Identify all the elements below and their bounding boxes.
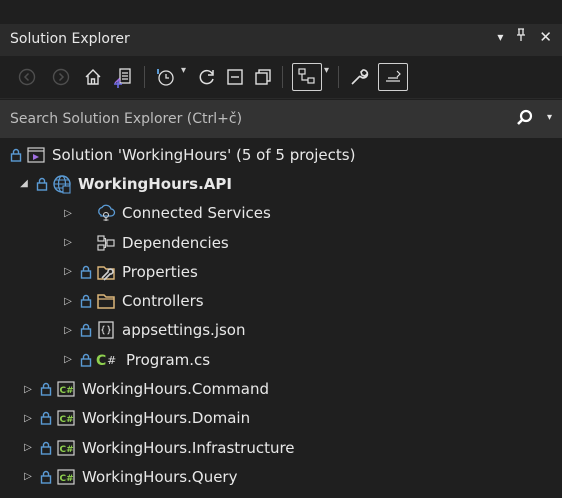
tree-item-project-query[interactable]: ▷ C# WorkingHours.Query xyxy=(0,462,562,491)
lock-icon xyxy=(40,382,52,396)
properties-label: Properties xyxy=(122,262,198,281)
lock-icon xyxy=(40,470,52,484)
properties-folder-icon xyxy=(96,262,116,282)
sync-dropdown-icon[interactable]: ▾ xyxy=(324,65,329,76)
home-icon[interactable] xyxy=(80,63,106,91)
collapsed-arrow-icon[interactable]: ▷ xyxy=(62,354,74,365)
toolbar-separator xyxy=(282,66,283,88)
pending-changes-filter-icon[interactable] xyxy=(152,63,178,91)
tree-item-project-api[interactable]: ◢ WorkingHours.API xyxy=(0,169,562,198)
csharp-project-icon: C# xyxy=(56,467,76,487)
dependencies-icon xyxy=(96,233,116,253)
svg-text:C#: C# xyxy=(60,415,74,425)
project-api-label: WorkingHours.API xyxy=(78,174,232,193)
switch-views-icon[interactable] xyxy=(110,63,136,91)
collapsed-arrow-icon[interactable]: ▷ xyxy=(22,384,34,395)
search-options-dropdown-icon[interactable]: ▾ xyxy=(547,112,552,123)
csharp-project-icon: C# xyxy=(56,379,76,399)
csharp-file-icon: C # xyxy=(96,350,120,370)
tree-item-appsettings[interactable]: ▷ appsettings.json xyxy=(0,316,562,345)
back-icon[interactable] xyxy=(14,63,40,91)
program-cs-label: Program.cs xyxy=(126,350,211,369)
sync-with-active-document-icon[interactable] xyxy=(292,63,322,91)
lock-icon xyxy=(36,177,48,191)
folder-icon xyxy=(96,291,116,311)
tree-item-dependencies[interactable]: ▷ Dependencies xyxy=(0,228,562,257)
dependencies-label: Dependencies xyxy=(122,233,229,252)
collapsed-arrow-icon[interactable]: ▷ xyxy=(22,442,34,453)
window-position-dropdown-icon[interactable]: ▾ xyxy=(497,30,503,44)
collapse-all-icon[interactable] xyxy=(222,63,248,91)
tree-item-project-domain[interactable]: ▷ C# WorkingHours.Domain xyxy=(0,404,562,433)
tree-item-properties[interactable]: ▷ Properties xyxy=(0,257,562,286)
csharp-project-icon: C# xyxy=(56,408,76,428)
tree-item-project-infrastructure[interactable]: ▷ C# WorkingHours.Infrastructure xyxy=(0,433,562,462)
lock-icon xyxy=(40,441,52,455)
panel-title: Solution Explorer xyxy=(10,31,130,47)
solution-explorer-panel: Solution Explorer ▾ ✕ ▾ ▾ Search Solutio… xyxy=(0,0,562,498)
preview-selected-items-icon[interactable] xyxy=(378,63,408,91)
lock-icon xyxy=(40,412,52,426)
sync-icon[interactable] xyxy=(194,63,220,91)
project-domain-label: WorkingHours.Domain xyxy=(82,409,251,428)
expanded-arrow-icon[interactable]: ◢ xyxy=(18,178,30,189)
json-file-icon xyxy=(96,320,116,340)
collapsed-arrow-icon[interactable]: ▷ xyxy=(62,325,74,336)
tree-item-connected-services[interactable]: ▷ Connected Services xyxy=(0,199,562,228)
connected-services-label: Connected Services xyxy=(122,204,271,223)
lock-icon xyxy=(80,353,92,367)
collapsed-arrow-icon[interactable]: ▷ xyxy=(62,296,74,307)
properties-wrench-icon[interactable] xyxy=(346,63,372,91)
web-project-icon xyxy=(52,174,72,194)
solution-tree: Solution 'WorkingHours' (5 of 5 projects… xyxy=(0,140,562,492)
toolbar: ▾ ▾ xyxy=(0,56,562,99)
tree-item-controllers[interactable]: ▷ Controllers xyxy=(0,286,562,315)
lock-icon xyxy=(10,148,22,162)
lock-icon xyxy=(80,324,92,338)
search-icon[interactable] xyxy=(514,107,536,129)
project-command-label: WorkingHours.Command xyxy=(82,380,269,399)
collapsed-arrow-icon[interactable]: ▷ xyxy=(22,413,34,424)
forward-icon[interactable] xyxy=(48,63,74,91)
toolbar-separator xyxy=(338,66,339,88)
lock-icon xyxy=(80,265,92,279)
project-infrastructure-label: WorkingHours.Infrastructure xyxy=(82,438,295,457)
collapsed-arrow-icon[interactable]: ▷ xyxy=(22,471,34,482)
top-strip xyxy=(0,0,562,24)
panel-titlebar: Solution Explorer ▾ ✕ xyxy=(0,24,562,56)
title-controls: ▾ ✕ xyxy=(497,28,552,46)
tree-item-solution[interactable]: Solution 'WorkingHours' (5 of 5 projects… xyxy=(0,140,562,169)
svg-text:C: C xyxy=(96,353,106,369)
solution-label: Solution 'WorkingHours' (5 of 5 projects… xyxy=(52,145,356,164)
connected-services-icon xyxy=(96,203,116,223)
collapsed-arrow-icon[interactable]: ▷ xyxy=(62,266,74,277)
lock-icon xyxy=(80,294,92,308)
tree-item-program-cs[interactable]: ▷ C # Program.cs xyxy=(0,345,562,374)
solution-icon xyxy=(26,145,46,165)
csharp-project-icon: C# xyxy=(56,438,76,458)
controllers-label: Controllers xyxy=(122,292,204,311)
pending-changes-dropdown-icon[interactable]: ▾ xyxy=(181,65,186,76)
show-all-files-icon[interactable] xyxy=(250,63,276,91)
search-input[interactable] xyxy=(0,100,500,138)
svg-text:C#: C# xyxy=(60,386,74,396)
collapsed-arrow-icon[interactable]: ▷ xyxy=(62,237,74,248)
search-bar: ▾ xyxy=(0,100,562,138)
close-icon[interactable]: ✕ xyxy=(539,28,552,46)
svg-text:C#: C# xyxy=(60,474,74,484)
svg-text:#: # xyxy=(107,354,116,367)
collapsed-arrow-icon[interactable]: ▷ xyxy=(62,208,74,219)
project-query-label: WorkingHours.Query xyxy=(82,467,238,486)
pin-icon[interactable] xyxy=(515,28,527,46)
appsettings-label: appsettings.json xyxy=(122,321,246,340)
svg-text:C#: C# xyxy=(60,445,74,455)
toolbar-separator xyxy=(144,66,145,88)
tree-item-project-command[interactable]: ▷ C# WorkingHours.Command xyxy=(0,374,562,403)
